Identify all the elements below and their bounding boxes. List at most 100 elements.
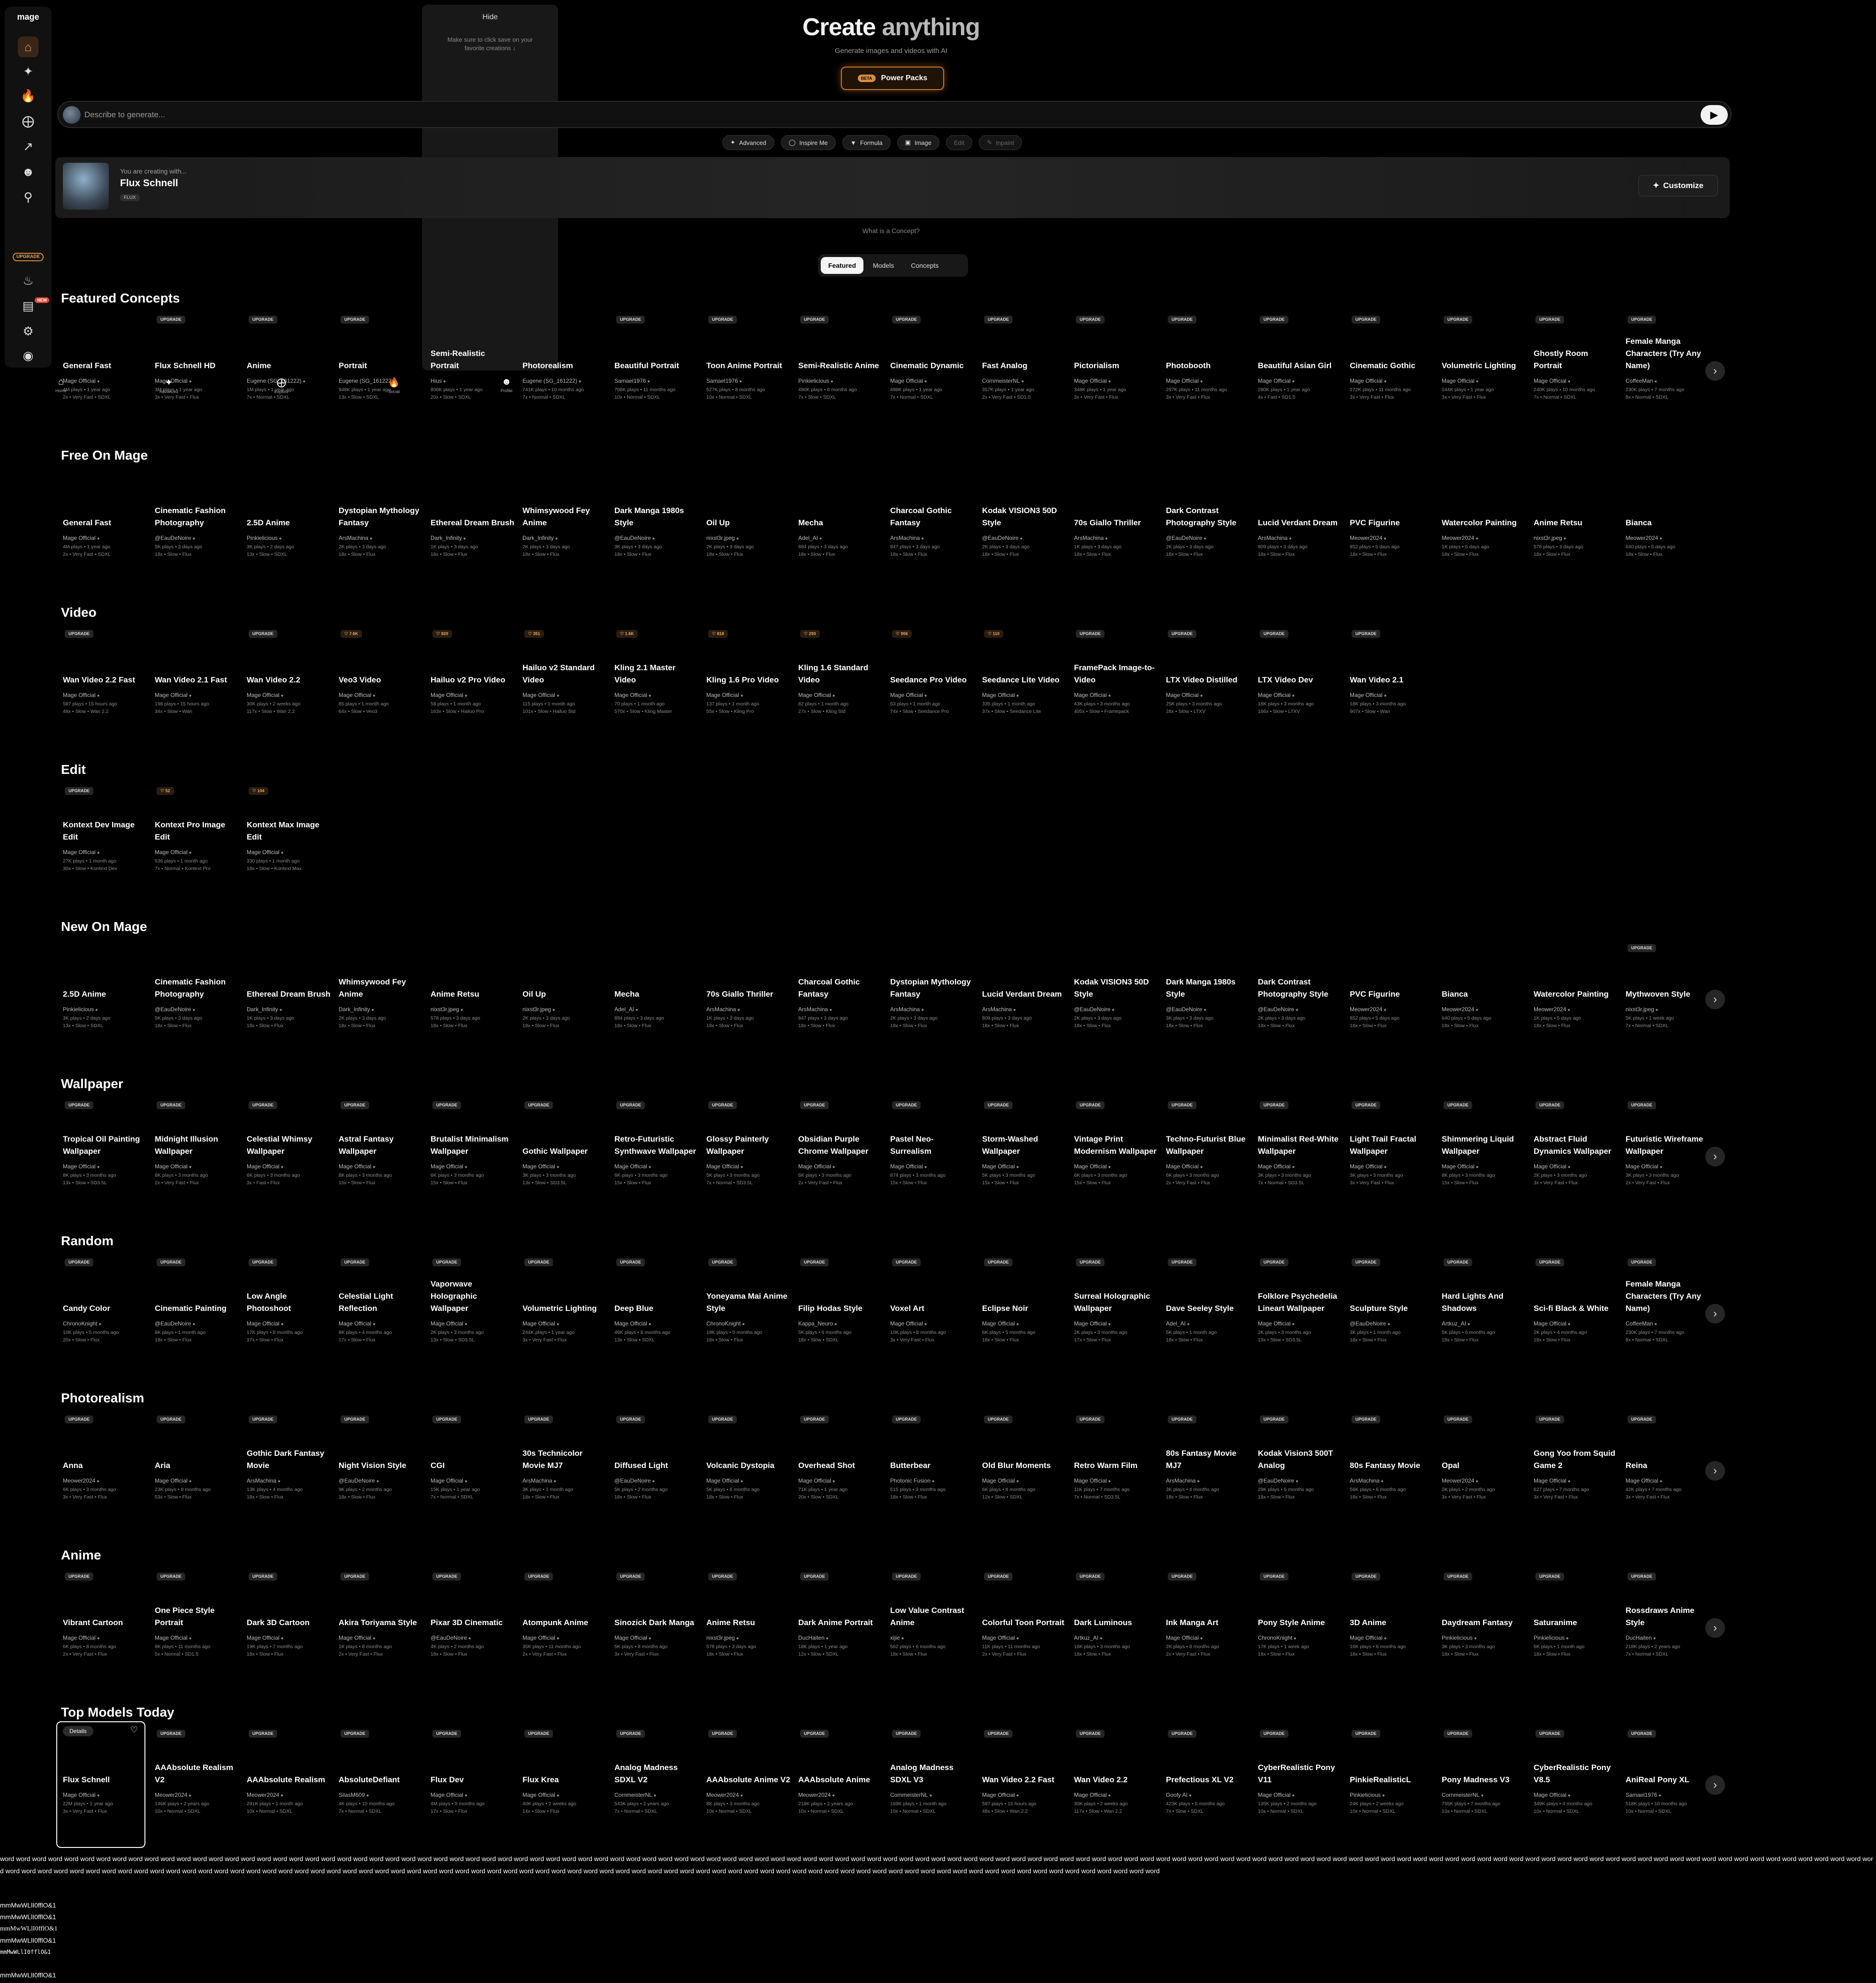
card-author[interactable]: Mage Official bbox=[247, 692, 284, 698]
card-author[interactable]: Mage Official bbox=[1258, 1792, 1295, 1798]
card-author[interactable]: Mage Official bbox=[982, 1320, 1019, 1327]
concept-card[interactable]: UPGRADE Celestial Light Reflection Mage Of… bbox=[336, 1255, 423, 1347]
card-author[interactable]: Mage Official bbox=[706, 1477, 743, 1484]
card-author[interactable]: Dark_Infinity bbox=[339, 1006, 374, 1013]
card-author[interactable]: Mage Official bbox=[1626, 1163, 1663, 1170]
concept-card[interactable]: Ethereal Dream Brush Dark_Infinity 1K play… bbox=[244, 940, 331, 1032]
bottom-nav-profile[interactable]: ☻ Profile bbox=[492, 377, 521, 393]
concept-card[interactable]: 2.5D Anime Pinkielicious 3K plays • 2 days… bbox=[60, 940, 147, 1032]
card-author[interactable]: Meower2024 bbox=[247, 1792, 283, 1798]
fire-icon[interactable]: 🔥 bbox=[18, 85, 38, 106]
concept-card[interactable]: UPGRADE Storm-Washed Wallpaper Mage Offici… bbox=[979, 1097, 1067, 1189]
card-author[interactable]: Mage Official bbox=[155, 1163, 192, 1170]
selected-model-card[interactable]: Details ♡ bbox=[56, 1721, 145, 1848]
card-author[interactable]: Mage Official bbox=[1534, 1477, 1571, 1484]
concept-card[interactable]: UPGRADE Overhead Shot Mage Official 71K pla… bbox=[795, 1412, 883, 1504]
search-icon[interactable]: ⚲ bbox=[18, 187, 38, 207]
generate-button[interactable]: ▶ bbox=[1701, 105, 1728, 125]
concept-card[interactable]: UPGRADE Toon Anime Portrait Samael1976 527K… bbox=[704, 312, 791, 404]
card-author[interactable]: ArsMachina bbox=[798, 1006, 832, 1013]
compass-icon[interactable]: ⨁ bbox=[18, 111, 38, 131]
card-author[interactable]: Mage Official bbox=[614, 1320, 651, 1327]
concept-card[interactable]: UPGRADE AAAbsolute Anime V2 Meower2024 8K p… bbox=[704, 1726, 791, 1818]
concept-card[interactable]: UPGRADE Celestial Whimsy Wallpaper Mage Of… bbox=[244, 1097, 331, 1189]
card-author[interactable]: Mage Official bbox=[982, 1477, 1019, 1484]
concept-card[interactable]: UPGRADE Gothic Dark Fantasy Movie ArsMachi… bbox=[244, 1412, 331, 1504]
concept-card[interactable]: UPGRADE Pictorialism Mage Official 348K pla… bbox=[1071, 312, 1158, 404]
concept-card[interactable]: UPGRADE Minimalist Red-White Wallpaper Mag… bbox=[1255, 1097, 1342, 1189]
card-author[interactable]: Mage Official bbox=[431, 1792, 468, 1798]
card-author[interactable]: @EauDeNoire bbox=[1350, 1320, 1390, 1327]
card-author[interactable]: @EauDeNoire bbox=[1074, 1006, 1114, 1013]
card-author[interactable]: Kappa_Neuro bbox=[798, 1320, 837, 1327]
model-thumbnail[interactable] bbox=[63, 163, 109, 210]
concept-card[interactable]: UPGRADE Candy Color ChronoKnight 10K plays … bbox=[60, 1255, 147, 1347]
heart-icon[interactable]: ♡ bbox=[130, 1725, 138, 1735]
card-author[interactable]: nixst3r.jpeg bbox=[522, 1006, 555, 1013]
bottom-nav-home[interactable]: ⌂ Home bbox=[47, 377, 75, 393]
card-author[interactable]: Mage Official bbox=[1074, 1320, 1111, 1327]
concept-card[interactable]: UPGRADE Analog Madness SDXL V2 Cornmeister… bbox=[612, 1726, 699, 1818]
concept-card[interactable]: ♡ 104 Kontext Max Image Edit Mage Official… bbox=[244, 783, 331, 875]
concept-card[interactable]: UPGRADE Anna Meower2024 6K plays • 3 months… bbox=[60, 1412, 147, 1504]
card-author[interactable]: Meower2024 bbox=[1534, 1006, 1570, 1013]
card-author[interactable]: Samael1976 bbox=[1626, 1792, 1661, 1798]
concept-card[interactable]: Dystopian Mythology Fantasy ArsMachina 2K … bbox=[336, 469, 423, 561]
concept-card[interactable]: UPGRADE Wan Video 2.2 Mage Official 30K pla… bbox=[1071, 1726, 1158, 1818]
card-author[interactable]: Mage Official bbox=[982, 1635, 1019, 1641]
card-author[interactable]: Mage Official bbox=[339, 692, 376, 698]
card-author[interactable]: Mage Official bbox=[339, 1163, 376, 1170]
card-author[interactable]: Mage Official bbox=[1350, 692, 1387, 698]
concept-card[interactable]: UPGRADE Sci-fi Black & White Mage Official… bbox=[1531, 1255, 1618, 1347]
card-author[interactable]: Mage Official bbox=[431, 1320, 468, 1327]
concept-card[interactable]: UPGRADE Semi-Realistic Anime Pinkielicious… bbox=[795, 312, 883, 404]
concept-card[interactable]: ♡ 52 Kontext Pro Image Edit Mage Official 5… bbox=[152, 783, 239, 875]
card-author[interactable]: Mage Official bbox=[522, 1163, 560, 1170]
concept-card[interactable]: UPGRADE Wan Video 2.2 Mage Official 30K pla… bbox=[244, 626, 331, 718]
card-author[interactable]: nixst3r.jpeg bbox=[1534, 535, 1566, 541]
card-author[interactable]: Mage Official bbox=[63, 1635, 100, 1641]
card-author[interactable]: Mage Official bbox=[614, 1635, 651, 1641]
concept-card[interactable]: UPGRADE Female Manga Characters (Try Any … bbox=[1623, 1255, 1710, 1347]
card-author[interactable]: Mage Official bbox=[522, 1320, 560, 1327]
card-author[interactable]: Mage Official bbox=[155, 1635, 192, 1641]
profile-icon[interactable]: ☻ bbox=[18, 161, 38, 182]
concept-card[interactable]: Dystopian Mythology Fantasy ArsMachina 2K … bbox=[887, 940, 975, 1032]
card-author[interactable]: Mage Official bbox=[1258, 692, 1295, 698]
concept-card[interactable]: Dark Contrast Photography Style @EauDeNoi… bbox=[1255, 940, 1342, 1032]
concept-card[interactable]: UPGRADE Vibrant Cartoon Mage Official 6K pl… bbox=[60, 1569, 147, 1661]
chevron-right-icon[interactable]: › bbox=[1705, 1618, 1725, 1638]
card-author[interactable]: Artkuz_AI bbox=[1442, 1320, 1470, 1327]
edit-button[interactable]: Edit bbox=[946, 135, 973, 150]
concept-card[interactable]: Photorealism Eugene (SG_161222) 741K plays… bbox=[520, 312, 607, 404]
concept-card[interactable]: Mecha Adel_AI 884 plays • 3 days ago 18x • … bbox=[612, 940, 699, 1032]
concept-card[interactable]: UPGRADE Shimmering Liquid Wallpaper Mage O… bbox=[1439, 1097, 1526, 1189]
card-author[interactable]: Mage Official bbox=[247, 1635, 284, 1641]
concept-card[interactable]: Kodak VISION3 50D Style @EauDeNoire 2K pla… bbox=[1071, 940, 1158, 1032]
card-author[interactable]: Mage Official bbox=[1166, 692, 1203, 698]
power-packs-button[interactable]: BETA Power Packs bbox=[841, 67, 944, 90]
concept-card[interactable]: UPGRADE Vintage Print Modernism Wallpaper… bbox=[1071, 1097, 1158, 1189]
card-author[interactable]: Meower2024 bbox=[706, 1792, 743, 1798]
concept-card[interactable]: UPGRADE Futuristic Wireframe Wallpaper Mag… bbox=[1623, 1097, 1710, 1189]
chevron-right-icon[interactable]: › bbox=[1705, 1775, 1725, 1795]
model-name[interactable]: Flux Schnell bbox=[120, 178, 178, 189]
card-author[interactable]: @EauDeNoire bbox=[1258, 1006, 1298, 1013]
concept-card[interactable]: UPGRADE Tropical Oil Painting Wallpaper Ma… bbox=[60, 1097, 147, 1189]
gear-icon[interactable]: ⚙ bbox=[18, 321, 38, 341]
concept-card[interactable]: Lucid Verdant Dream ArsMachina 809 plays •… bbox=[979, 940, 1067, 1032]
card-author[interactable]: @EauDeNoire bbox=[1258, 1477, 1298, 1484]
concept-card[interactable]: ♡ 818 Kling 1.6 Pro Video Mage Official 137… bbox=[704, 626, 791, 718]
concept-card[interactable]: UPGRADE Surreal Holographic Wallpaper Mage… bbox=[1071, 1255, 1158, 1347]
advanced-button[interactable]: ✦ Advanced bbox=[722, 135, 774, 150]
card-author[interactable]: nixst3r.jpeg bbox=[706, 535, 739, 541]
card-author[interactable]: ArsMachina bbox=[890, 535, 924, 541]
card-author[interactable]: Dark_Infinity bbox=[522, 535, 558, 541]
concept-card[interactable]: UPGRADE Rossdraws Anime Style DucHaiten 218… bbox=[1623, 1569, 1710, 1661]
card-author[interactable]: Mage Official bbox=[982, 692, 1019, 698]
concept-card[interactable]: PVC Figurine Meower2024 852 plays • 5 days… bbox=[1347, 940, 1434, 1032]
concept-card[interactable]: General Fast Mage Official 4M plays • 1 ye… bbox=[60, 469, 147, 561]
card-author[interactable]: Meower2024 bbox=[798, 1792, 835, 1798]
sparkle-icon[interactable]: ✦ bbox=[18, 61, 38, 82]
card-author[interactable]: ArsMachina bbox=[1258, 535, 1292, 541]
